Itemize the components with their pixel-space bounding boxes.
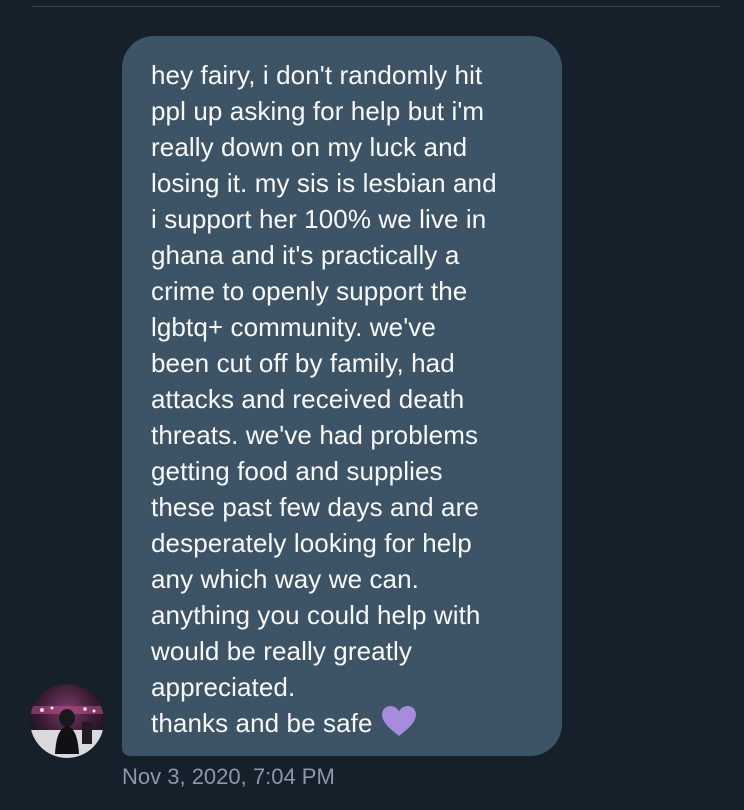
message-timestamp: Nov 3, 2020, 7:04 PM <box>122 764 335 789</box>
message-bubble[interactable]: hey fairy, i don't randomly hit ppl up a… <box>122 36 562 756</box>
purple-heart-icon <box>381 705 417 746</box>
message-text: hey fairy, i don't randomly hit ppl up a… <box>151 57 542 746</box>
top-divider <box>32 6 720 7</box>
dm-conversation-screen: hey fairy, i don't randomly hit ppl up a… <box>0 0 744 810</box>
message-body: hey fairy, i don't randomly hit ppl up a… <box>151 60 497 738</box>
sender-avatar[interactable] <box>30 684 104 758</box>
